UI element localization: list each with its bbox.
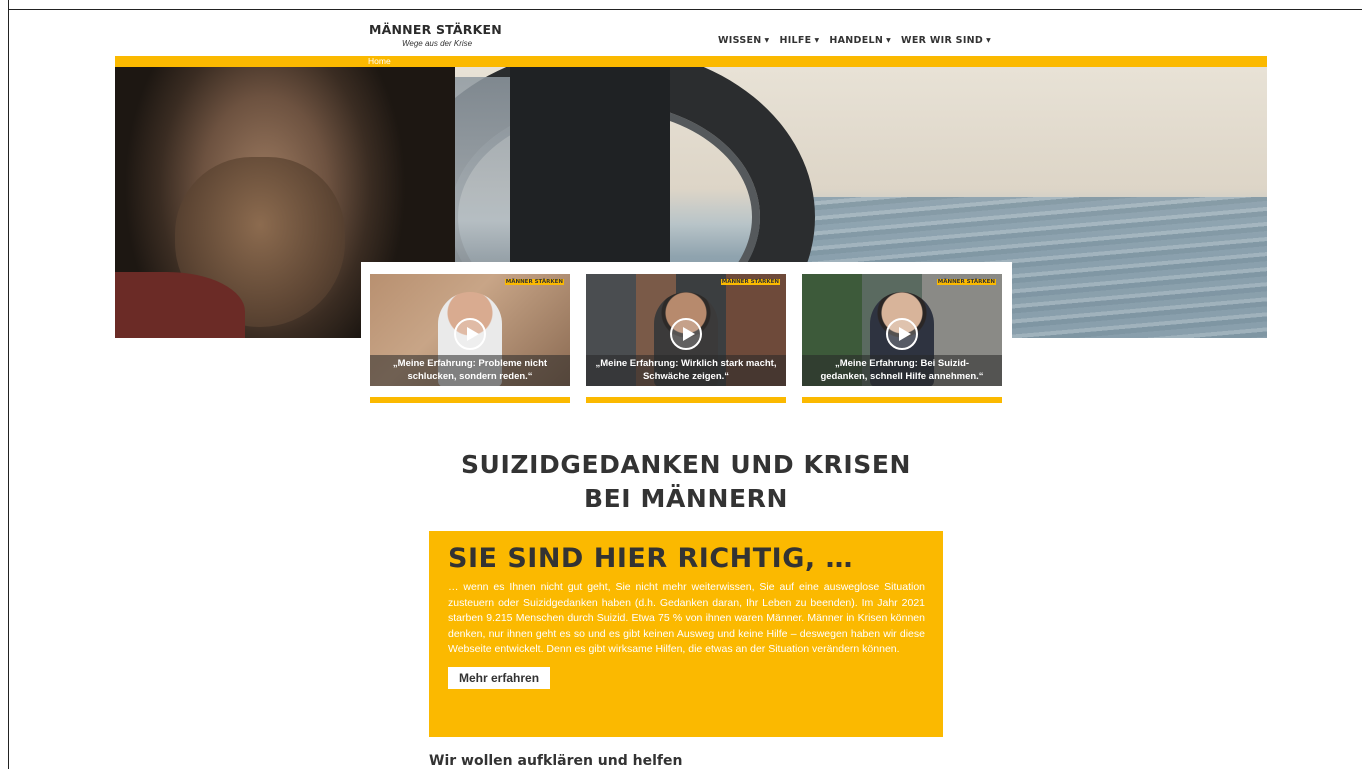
nav-item-wer-wir-sind[interactable]: WER WIR SIND ▼	[901, 35, 991, 46]
chevron-down-icon: ▼	[986, 37, 992, 44]
nav-label-handeln: HANDELN	[829, 35, 884, 46]
logo-word-2: STÄRKEN	[435, 22, 502, 37]
nav-label-hilfe: HILFE	[779, 35, 812, 46]
chevron-down-icon: ▼	[886, 37, 892, 44]
video-card-3[interactable]: MÄNNER STÄRKEN „Meine Erfahrung: Bei Sui…	[802, 274, 1002, 386]
page-title-line-1: SUIZIDGEDANKEN UND KRISEN	[460, 450, 912, 479]
logo-word-1: MÄNNER	[369, 22, 436, 37]
video-caption-line: „Meine Erfahrung: Bei Suizid-	[834, 358, 970, 369]
video-card-2[interactable]: MÄNNER STÄRKEN „Meine Erfahrung: Wirklic…	[586, 274, 786, 386]
info-box-title: SIE SIND HIER RICHTIG, …	[448, 543, 854, 574]
nav-item-hilfe[interactable]: HILFE ▼	[779, 35, 819, 46]
video-card-bar	[802, 397, 1002, 403]
video-caption-line: „Meine Erfahrung: Probleme nicht	[392, 358, 548, 369]
video-caption-line: „Meine Erfahrung: Wirklich stark macht,	[595, 358, 777, 369]
main-navigation: WISSEN ▼ HILFE ▼ HANDELN ▼ WER WIR SIND ▼	[718, 35, 1001, 46]
page-title-line-2: BEI MÄNNERN	[583, 484, 789, 513]
logo-tagline: Wege aus der Krise	[402, 39, 473, 48]
video-card-1[interactable]: MÄNNER STÄRKEN „Meine Erfahrung: Problem…	[370, 274, 570, 386]
nav-label-wissen: WISSEN	[718, 35, 762, 46]
video-caption: „Meine Erfahrung: Probleme nicht schluck…	[370, 355, 570, 386]
nav-item-wissen[interactable]: WISSEN ▼	[718, 35, 769, 46]
video-caption-line: Schwäche zeigen.“	[642, 371, 730, 382]
video-card-bar	[586, 397, 786, 403]
video-badge-text: MÄNNER STÄRKEN	[720, 279, 780, 285]
video-caption-line: gedanken, schnell Hilfe annehmen.“	[820, 371, 984, 382]
breadcrumb-home[interactable]: Home	[368, 56, 391, 66]
video-caption-line: schlucken, sondern reden.“	[407, 371, 533, 382]
more-info-button[interactable]: Mehr erfahren	[448, 666, 551, 689]
video-badge-text: MÄNNER STÄRKEN	[504, 279, 564, 285]
site-logo[interactable]: MÄNNER STÄRKEN Wege aus der Krise	[369, 22, 502, 52]
window-border-top	[8, 9, 1362, 10]
nav-label-wer-wir-sind: WER WIR SIND	[901, 35, 984, 46]
page-title: SUIZIDGEDANKEN UND KRISEN BEI MÄNNERN	[400, 448, 972, 516]
play-icon[interactable]	[886, 318, 918, 350]
video-card-bar	[370, 397, 570, 403]
video-badge: MÄNNER STÄRKEN	[936, 279, 996, 285]
window-border-left	[8, 0, 9, 769]
video-caption: „Meine Erfahrung: Wirklich stark macht, …	[586, 355, 786, 386]
video-badge-text: MÄNNER STÄRKEN	[936, 279, 996, 285]
chevron-down-icon: ▼	[814, 37, 820, 44]
play-icon[interactable]	[670, 318, 702, 350]
logo-wordmark: MÄNNER STÄRKEN	[369, 22, 502, 37]
info-box: SIE SIND HIER RICHTIG, … … wenn es Ihnen…	[429, 531, 943, 737]
info-box-text: … wenn es Ihnen nicht gut geht, Sie nich…	[448, 581, 925, 656]
chevron-down-icon: ▼	[764, 37, 770, 44]
header-accent-bar	[115, 56, 1267, 67]
nav-item-handeln[interactable]: HANDELN ▼	[829, 35, 891, 46]
play-icon[interactable]	[454, 318, 486, 350]
video-badge: MÄNNER STÄRKEN	[720, 279, 780, 285]
video-badge: MÄNNER STÄRKEN	[504, 279, 564, 285]
section-heading: Wir wollen aufklären und helfen	[429, 753, 683, 769]
video-caption: „Meine Erfahrung: Bei Suizid- gedanken, …	[802, 355, 1002, 386]
